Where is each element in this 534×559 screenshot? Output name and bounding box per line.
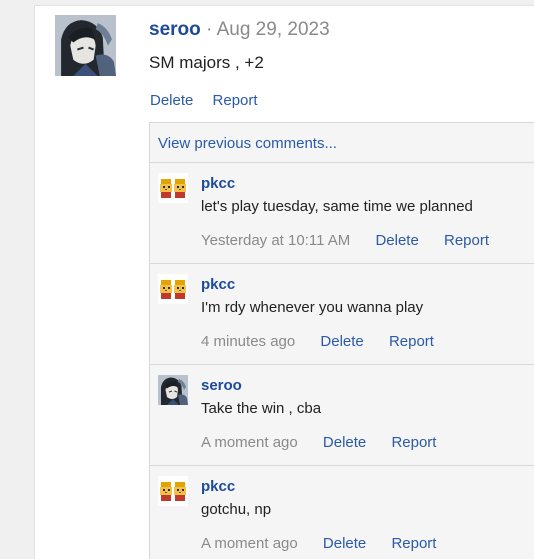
post-header: seroo · Aug 29, 2023 [149,19,330,41]
comment-delete-link[interactable]: Delete [323,434,366,451]
comment-meta: A moment ago Delete Report [201,535,436,552]
comment-text: Take the win , cba [201,400,322,417]
post-report-link[interactable]: Report [213,92,258,109]
post-delete-link[interactable]: Delete [150,92,193,109]
comment-meta: 4 minutes ago Delete Report [201,333,434,350]
comments-panel: View previous comments... pkcc let's pla… [149,122,534,559]
pixel-character-avatar-icon[interactable] [158,274,188,304]
pixel-character-avatar-icon[interactable] [158,476,188,506]
comment-meta: Yesterday at 10:11 AM Delete Report [201,232,489,249]
comment-report-link[interactable]: Report [391,434,436,451]
comment-delete-link[interactable]: Delete [323,535,366,552]
comment-delete-link[interactable]: Delete [375,232,418,249]
post-body: SM majors , +2 [149,53,264,72]
comment-timestamp: A moment ago [201,535,298,552]
comment-timestamp: 4 minutes ago [201,333,296,350]
comment-delete-link[interactable]: Delete [320,333,363,350]
pixel-character-avatar-icon[interactable] [158,173,188,203]
comment-timestamp: A moment ago [201,434,298,451]
comment-meta: A moment ago Delete Report [201,434,436,451]
comment-author-link[interactable]: seroo [201,377,242,394]
comment-report-link[interactable]: Report [389,333,434,350]
comment-report-link[interactable]: Report [444,232,489,249]
comment-report-link[interactable]: Report [391,535,436,552]
post-actions: Delete Report [150,92,273,109]
comment-item: pkcc let's play tuesday, same time we pl… [150,162,534,263]
view-previous-comments-link[interactable]: View previous comments... [158,135,337,152]
comment-text: I'm rdy whenever you wanna play [201,299,424,316]
comment-author-link[interactable]: pkcc [201,276,235,293]
separator: · [206,19,213,40]
comment-timestamp: Yesterday at 10:11 AM [201,232,351,249]
comment-item: seroo Take the win , cba A moment ago De… [150,364,534,465]
comment-author-link[interactable]: pkcc [201,175,235,192]
comment-text: gotchu, np [201,501,272,518]
comment-author-link[interactable]: pkcc [201,478,235,495]
post-author-link[interactable]: seroo [149,19,201,40]
comment-item: pkcc gotchu, np A moment ago Delete Repo… [150,465,534,559]
comment-text: let's play tuesday, same time we planned [201,198,473,215]
anime-character-avatar-icon[interactable] [158,375,188,405]
comment-item: pkcc I'm rdy whenever you wanna play 4 m… [150,263,534,364]
anime-character-avatar-icon[interactable] [55,15,116,76]
post-date: Aug 29, 2023 [216,19,330,40]
